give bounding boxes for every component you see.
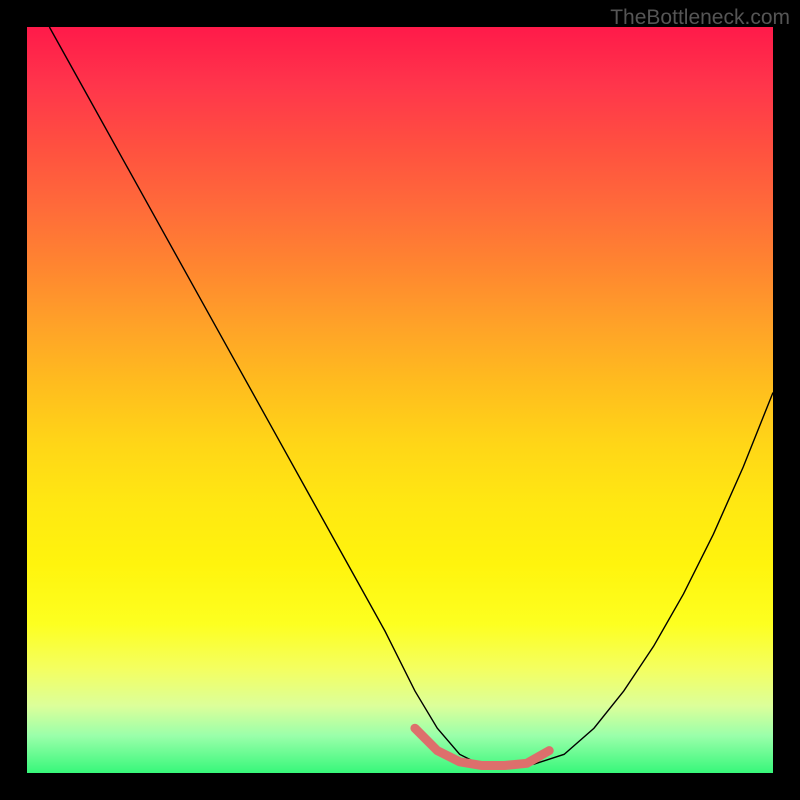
optimal-zone-marker <box>415 728 549 765</box>
chart-svg <box>27 27 773 773</box>
bottleneck-curve-line <box>49 27 773 766</box>
site-watermark: TheBottleneck.com <box>610 6 790 30</box>
chart-plot-area <box>27 27 773 773</box>
